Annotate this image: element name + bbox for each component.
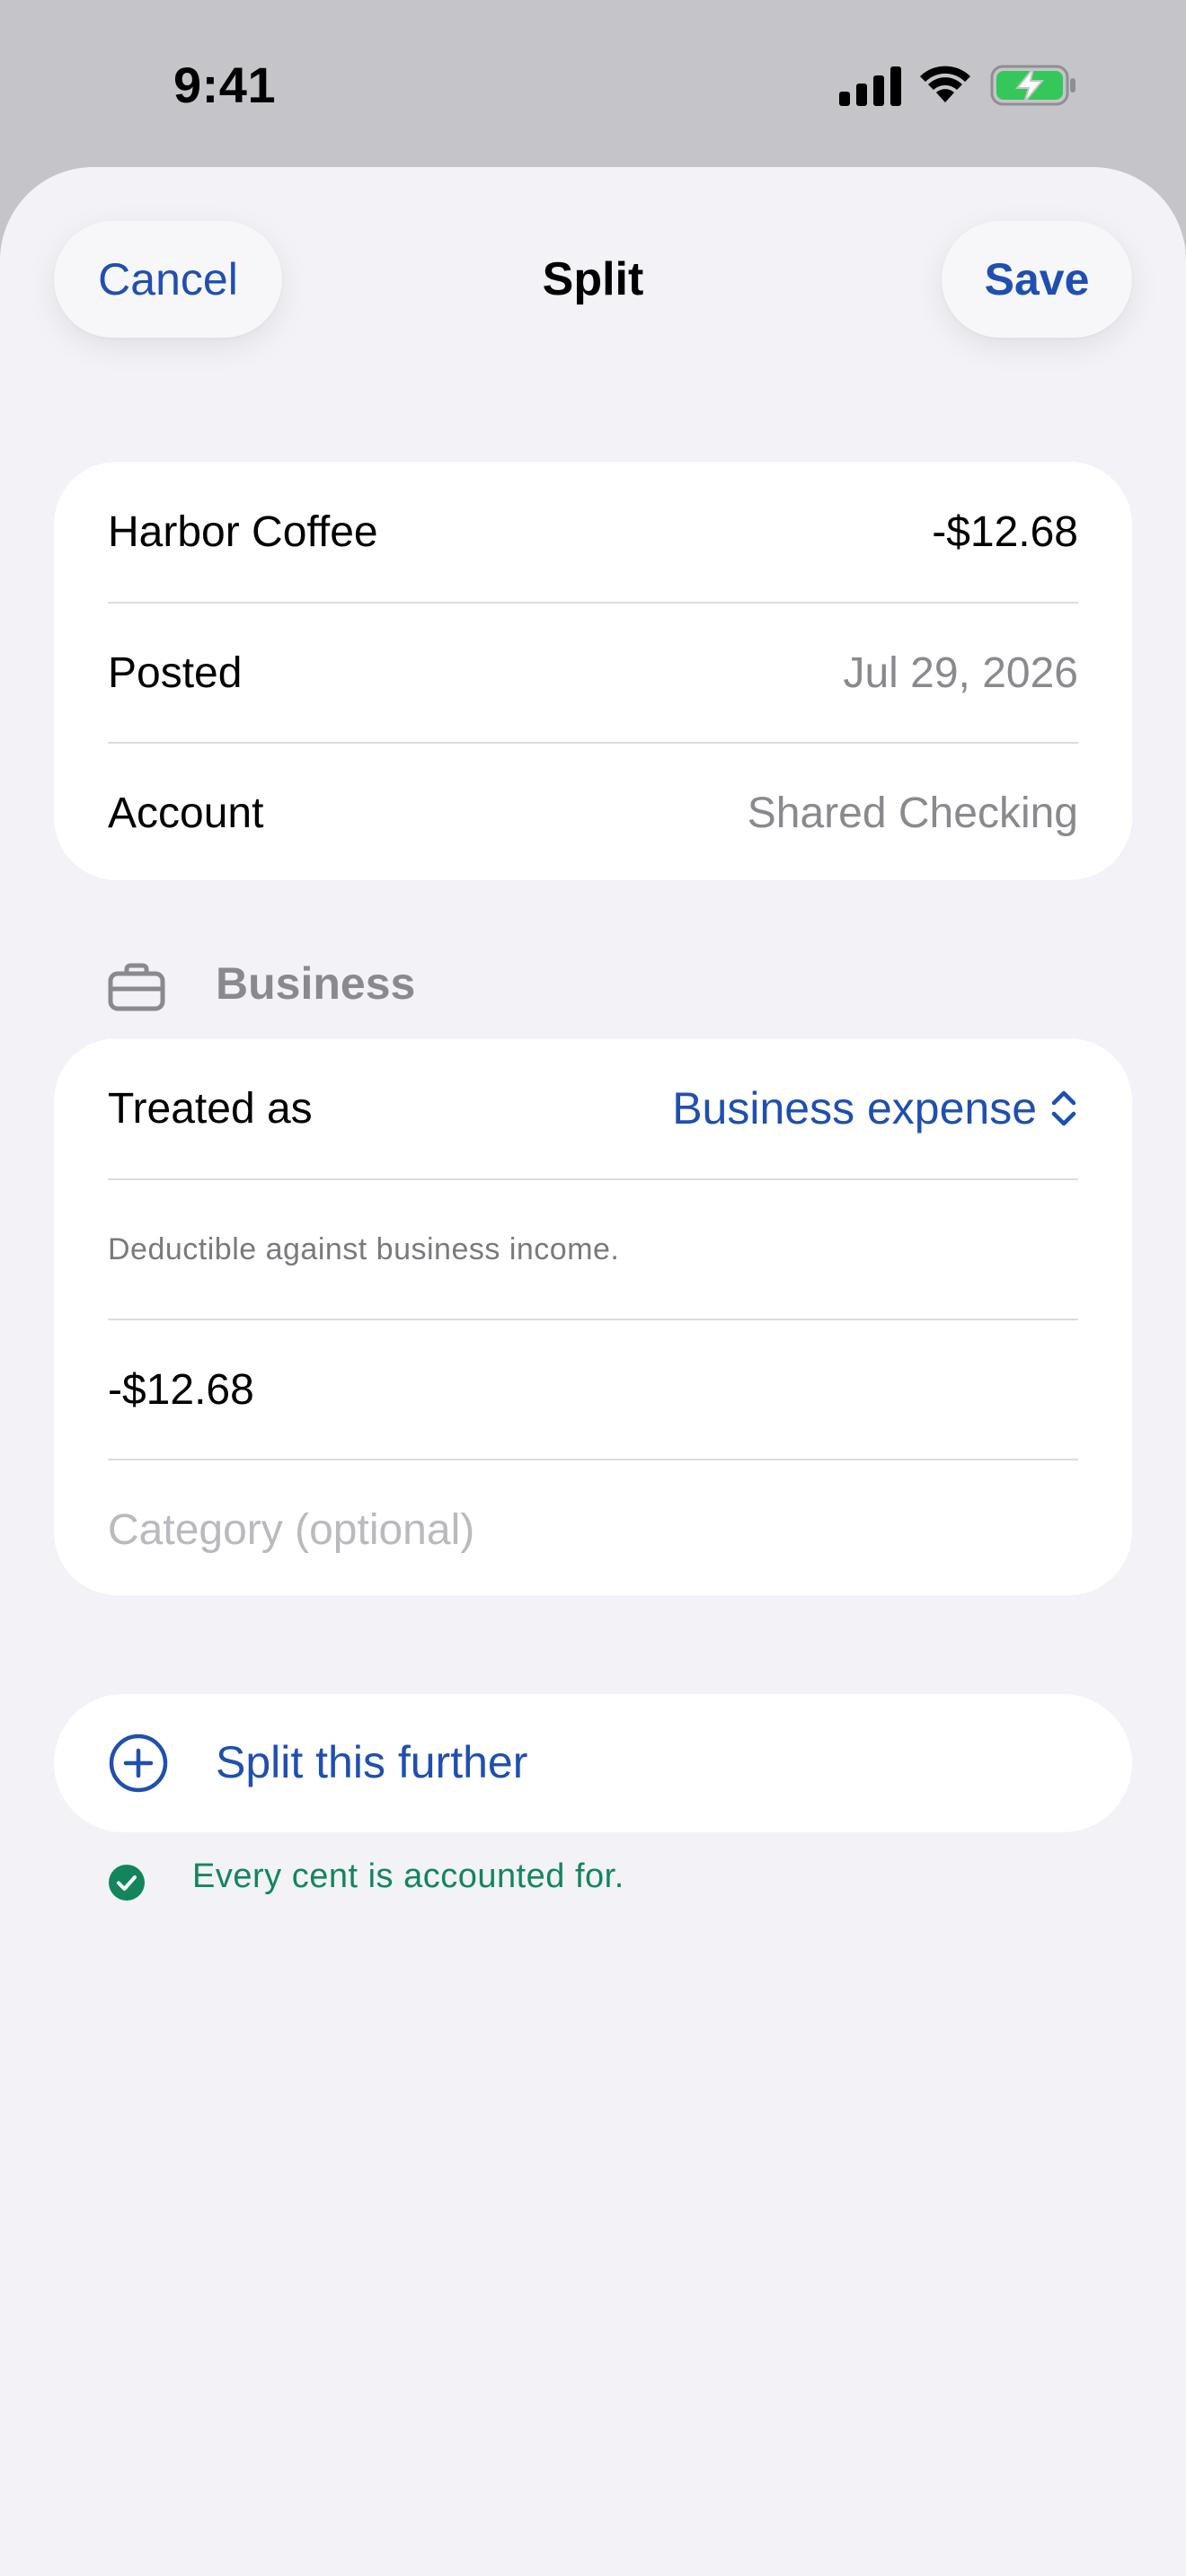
status-bar: 9:41 <box>0 0 1186 167</box>
cellular-signal-icon <box>839 66 901 106</box>
plus-circle-icon <box>109 1734 168 1793</box>
treated-as-value: Business expense <box>672 1083 1037 1134</box>
account-row: Account Shared Checking <box>108 742 1078 880</box>
wifi-icon <box>920 66 970 102</box>
posted-date: Jul 29, 2026 <box>843 648 1078 697</box>
category-row[interactable]: Category (optional) <box>108 1459 1078 1595</box>
business-card: Treated as Business expense Deductible a… <box>54 1038 1132 1595</box>
business-section-title: Business <box>216 958 416 1009</box>
balance-status <box>108 1856 146 1910</box>
transaction-card: Harbor Coffee -$12.68 Posted Jul 29, 202… <box>54 462 1132 880</box>
treated-as-picker[interactable]: Business expense <box>672 1082 1078 1134</box>
chevron-up-down-icon <box>1051 1090 1076 1126</box>
account-value: Shared Checking <box>747 789 1078 837</box>
balance-status-text: Every cent is accounted for. <box>192 1857 624 1895</box>
status-time: 9:41 <box>173 57 277 113</box>
treated-as-label: Treated as <box>108 1084 313 1133</box>
checkmark-circle-icon <box>109 1865 145 1901</box>
split-further-button[interactable]: Split this further <box>54 1694 1132 1832</box>
account-label: Account <box>108 789 264 837</box>
split-sheet: Cancel Split Save Harbor Coffee -$12.68 … <box>0 167 1186 2576</box>
payee-name: Harbor Coffee <box>108 507 378 556</box>
split-further-icon-wrap <box>108 1694 169 1832</box>
payee-row: Harbor Coffee -$12.68 <box>108 462 1078 602</box>
battery-charging-icon <box>990 65 1075 106</box>
save-button[interactable]: Save <box>942 221 1132 338</box>
transaction-amount: -$12.68 <box>932 507 1078 556</box>
split-amount-field[interactable]: -$12.68 <box>108 1365 254 1415</box>
screen: 9:41 Cancel Split Save Harbor Coffee -$1… <box>0 0 1186 2576</box>
split-amount-row[interactable]: -$12.68 <box>108 1319 1078 1459</box>
treated-as-row: Treated as Business expense <box>108 1038 1078 1178</box>
deductible-note: Deductible against business income. <box>108 1178 1078 1319</box>
category-field[interactable]: Category (optional) <box>108 1505 474 1555</box>
split-further-label: Split this further <box>216 1737 528 1787</box>
business-section-header <box>108 956 165 1019</box>
briefcase-icon <box>108 963 165 1011</box>
posted-row: Posted Jul 29, 2026 <box>108 602 1078 742</box>
posted-label: Posted <box>108 648 243 697</box>
